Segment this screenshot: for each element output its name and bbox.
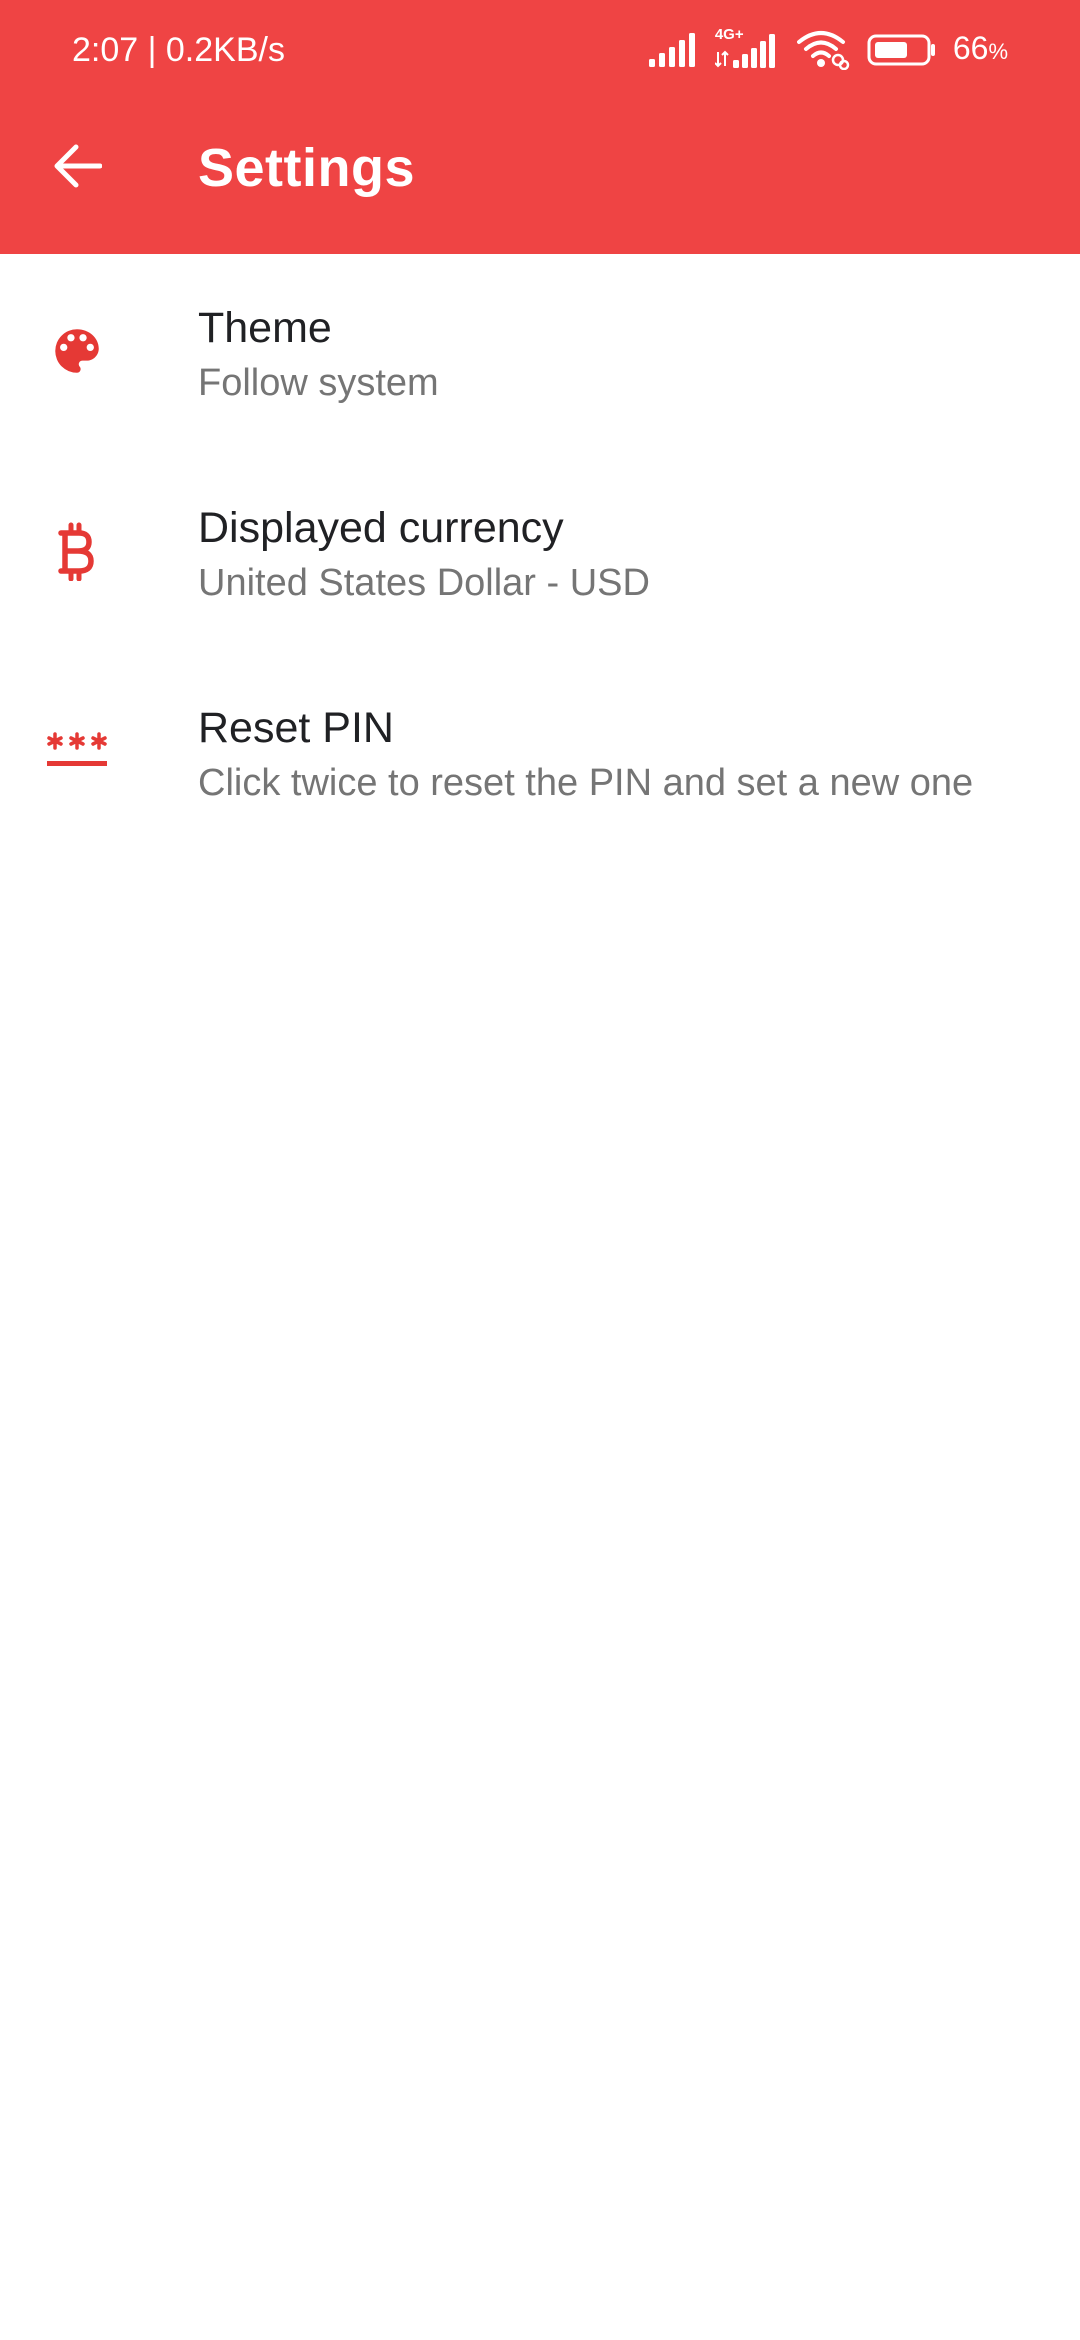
back-button[interactable]: [36, 126, 120, 210]
palette-icon: [40, 314, 114, 388]
app-bar: 2:07 | 0.2KB/s 4G+ 66% Settings: [0, 0, 1080, 254]
setting-title: Reset PIN: [198, 704, 394, 752]
setting-reset-pin[interactable]: Reset PIN Click twice to reset the PIN a…: [0, 654, 1080, 854]
bitcoin-icon: [40, 514, 114, 588]
battery-percent: 66%: [953, 28, 1008, 72]
settings-list: Theme Follow system Displayed currency U…: [0, 254, 1080, 854]
battery-value: 66: [952, 30, 989, 66]
setting-displayed-currency[interactable]: Displayed currency United States Dollar …: [0, 454, 1080, 654]
setting-title: Theme: [198, 304, 332, 352]
pin-password-icon: [40, 714, 114, 788]
battery-icon: [867, 34, 937, 66]
setting-subtitle: Follow system: [198, 362, 439, 404]
status-icons: 4G+ 66%: [648, 26, 1008, 72]
setting-theme[interactable]: Theme Follow system: [0, 254, 1080, 454]
wifi-icon: [796, 30, 851, 70]
status-bar: 2:07 | 0.2KB/s 4G+ 66%: [0, 0, 1080, 100]
arrow-left-icon: [54, 144, 103, 193]
signal-4g-icon: 4G+: [714, 26, 781, 70]
setting-subtitle: United States Dollar - USD: [198, 562, 650, 604]
signal-icon: [648, 33, 699, 67]
page-title: Settings: [198, 138, 416, 198]
setting-subtitle: Click twice to reset the PIN and set a n…: [198, 762, 974, 804]
setting-title: Displayed currency: [198, 504, 564, 552]
battery-percent-symbol: %: [988, 39, 1008, 64]
status-time: 2:07 | 0.2KB/s: [72, 31, 285, 69]
